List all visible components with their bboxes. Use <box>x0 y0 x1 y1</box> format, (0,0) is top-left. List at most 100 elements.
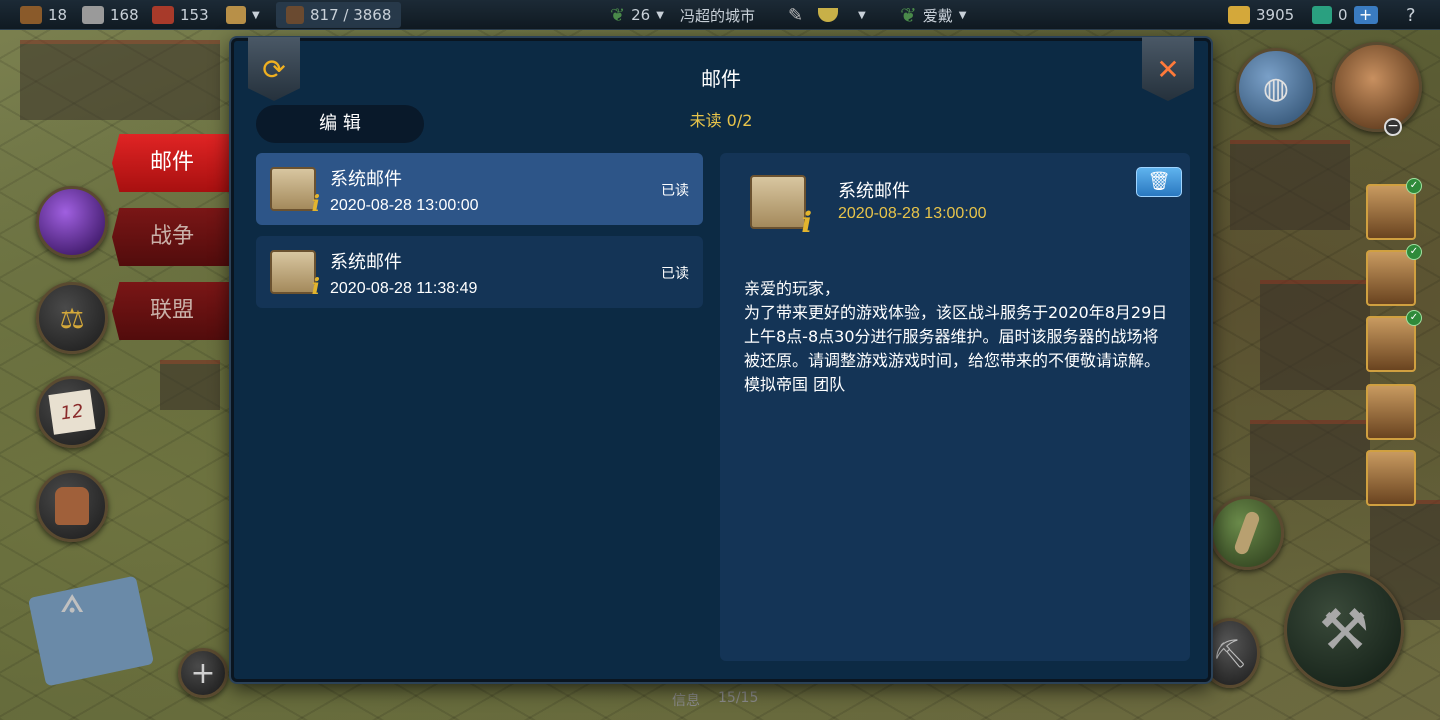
mail-subject: 系统邮件 <box>330 169 402 190</box>
city-name-selector[interactable]: 冯超的城市 <box>680 0 755 30</box>
wreath-icon: ❦ <box>900 3 917 27</box>
dialog-title: 邮件 <box>701 67 741 91</box>
shovel-icon: ⛏ <box>1212 636 1248 670</box>
calendar-day: 12 <box>59 400 85 424</box>
help-button[interactable]: ? <box>1406 0 1416 30</box>
laurel-icon: ❦ <box>610 4 626 26</box>
check-icon: ✓ <box>1406 310 1422 326</box>
gold-resource[interactable]: 3905 <box>1228 0 1294 30</box>
population-count: 817 / 3868 <box>310 6 392 24</box>
stone-icon <box>82 6 104 24</box>
map-scroll-button[interactable]: ⟑ <box>20 570 160 700</box>
hammer-icon: ⚒ <box>1318 597 1370 663</box>
mail-content: 为了带来更好的游戏体验，该区战斗服务于2020年8月29日上午8点-8点30分进… <box>744 303 1168 370</box>
mail-read-status: 已读 <box>661 183 689 199</box>
citizen-icon <box>286 6 304 24</box>
tea-bowl-icon <box>818 8 838 22</box>
gem-count: 0 <box>1338 6 1348 24</box>
tab-war[interactable]: 战争 <box>112 208 234 266</box>
player-selector[interactable]: ❦ 爱戴 ▼ <box>900 0 966 30</box>
mail-list-item[interactable]: i 系统邮件 2020-08-28 13:00:00 已读 <box>256 153 703 225</box>
brick-resource[interactable]: 153 <box>152 0 209 30</box>
calendar-button[interactable]: 12 <box>36 376 108 448</box>
brick-icon <box>152 6 174 24</box>
info-label: 信息 <box>672 693 700 709</box>
map-scroll-icon <box>27 575 155 687</box>
chevron-down-icon: ▼ <box>958 9 967 21</box>
feather-icon: ✎ <box>788 4 804 26</box>
wood-count: 18 <box>48 6 68 24</box>
chevron-down-icon: ▼ <box>252 9 260 21</box>
mail-date: 2020-08-28 11:38:49 <box>330 280 478 297</box>
mail-list-item[interactable]: i 系统邮件 2020-08-28 11:38:49 已读 <box>256 236 703 308</box>
resource-bar: 18 168 153 ▼ 817 / 3868 ❦ 26 ▼ 冯超的城市 ✎ ▼… <box>0 0 1440 30</box>
minus-icon[interactable]: − <box>1384 118 1402 136</box>
wood-icon <box>20 6 42 24</box>
blocks-icon <box>226 6 246 24</box>
tab-war-label: 战争 <box>150 224 195 249</box>
build-menu[interactable]: ▼ <box>226 0 260 30</box>
trash-icon: 🗑 <box>1147 171 1171 192</box>
hero-portrait-1[interactable]: ✓ <box>1366 178 1422 240</box>
tea-selector[interactable]: ▼ <box>818 0 866 30</box>
mail-greeting: 亲爱的玩家， <box>744 279 841 298</box>
mail-info-icon: i <box>270 250 320 300</box>
add-gems-button[interactable]: + <box>1353 6 1378 24</box>
mail-signature: 模拟帝国 团队 <box>744 375 846 394</box>
road-icon <box>1232 509 1262 557</box>
mail-read-status: 已读 <box>661 266 689 282</box>
bottom-info-bar[interactable]: 信息 15/15 <box>672 690 758 710</box>
stone-count: 168 <box>110 6 139 24</box>
mail-info-icon: i <box>270 167 320 217</box>
world-map-icon: ◍ <box>1262 70 1290 106</box>
chevron-down-icon: ▼ <box>858 9 866 21</box>
build-hammer-button[interactable]: ⚒ <box>1284 570 1404 690</box>
backpack-button[interactable] <box>36 470 108 542</box>
calendar-icon: 12 <box>48 389 96 435</box>
magic-orb-button[interactable] <box>36 186 108 258</box>
justice-button[interactable]: ⚖ <box>36 282 108 354</box>
backpack-icon <box>55 487 89 525</box>
hero-portrait-4[interactable] <box>1366 384 1416 440</box>
brick-count: 153 <box>180 6 209 24</box>
plus-icon: + <box>190 655 216 691</box>
tab-alliance[interactable]: 联盟 <box>112 282 234 340</box>
mail-date: 2020-08-28 13:00:00 <box>330 197 479 214</box>
check-icon: ✓ <box>1406 178 1422 194</box>
mail-subject: 系统邮件 <box>330 252 402 273</box>
detail-date: 2020-08-28 13:00:00 <box>838 205 987 222</box>
wood-resource[interactable]: 18 <box>20 0 67 30</box>
hero-portrait-3[interactable]: ✓ <box>1366 310 1422 372</box>
tab-mail[interactable]: 邮件 <box>112 134 234 192</box>
tab-alliance-label: 联盟 <box>150 298 195 323</box>
player-name: 爱戴 <box>922 6 953 25</box>
unread-count: 未读 0/2 <box>689 111 753 130</box>
check-icon: ✓ <box>1406 244 1422 260</box>
mail-info-icon: i <box>750 175 812 239</box>
advisor-portrait[interactable] <box>1332 42 1422 132</box>
info-count: 15/15 <box>718 690 759 706</box>
add-button[interactable]: + <box>178 648 228 698</box>
city-level[interactable]: ❦ 26 ▼ <box>610 0 664 30</box>
level-number: 26 <box>631 6 651 24</box>
road-button[interactable] <box>1210 496 1284 570</box>
mail-detail-pane: i 系统邮件 2020-08-28 13:00:00 🗑 亲爱的玩家， 为了带来… <box>720 153 1190 661</box>
world-map-button[interactable]: ◍ <box>1236 48 1316 128</box>
delete-button[interactable]: 🗑 <box>1136 167 1182 197</box>
mail-body: 亲爱的玩家， 为了带来更好的游戏体验，该区战斗服务于2020年8月29日上午8点… <box>744 277 1174 397</box>
tab-mail-label: 邮件 <box>150 150 195 175</box>
feather-button[interactable]: ✎ <box>788 0 803 30</box>
chevron-down-icon: ▼ <box>656 9 664 21</box>
stone-resource[interactable]: 168 <box>82 0 139 30</box>
gold-bars-icon <box>1228 6 1250 24</box>
population-display[interactable]: 817 / 3868 <box>276 0 402 30</box>
compass-icon: ⟑ <box>60 576 85 622</box>
gold-count: 3905 <box>1256 6 1295 24</box>
detail-subject: 系统邮件 <box>838 181 910 202</box>
mail-dialog: ⟳ ✕ 邮件 编 辑 未读 0/2 i 系统邮件 2020-08-28 13:0… <box>231 37 1211 682</box>
hero-portrait-2[interactable]: ✓ <box>1366 244 1422 306</box>
gem-icon <box>1312 6 1332 24</box>
hero-portrait-5[interactable] <box>1366 450 1416 506</box>
scales-icon: ⚖ <box>59 301 85 335</box>
gem-resource[interactable]: 0 + <box>1312 0 1378 30</box>
